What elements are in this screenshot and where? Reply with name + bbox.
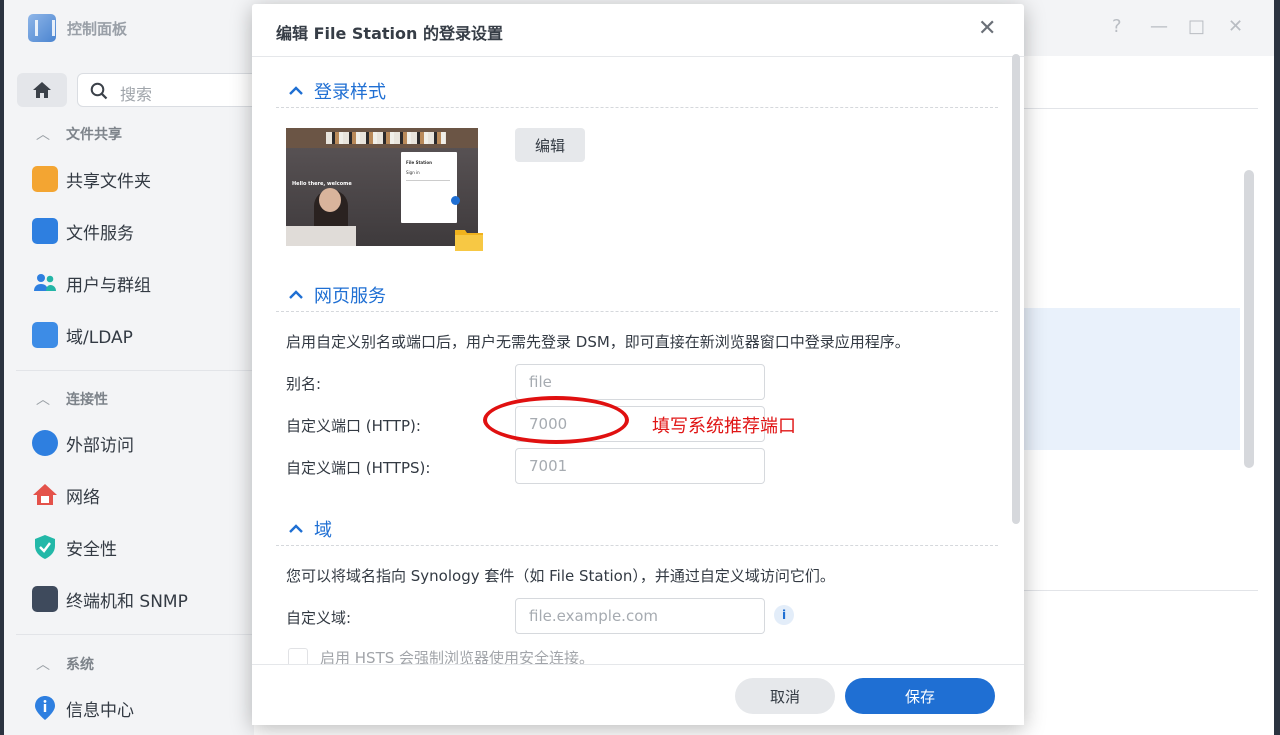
- shared-folder-icon: [32, 166, 58, 192]
- section-header-connectivity[interactable]: ︿ 连接性: [36, 389, 108, 409]
- sidebar-item-label: 终端机和 SNMP: [66, 591, 188, 612]
- chevron-up-icon: [289, 86, 303, 95]
- section-header-system[interactable]: ︿ 系统: [36, 654, 94, 674]
- preview-desk: [286, 226, 356, 246]
- domain-description: 您可以将域名指向 Synology 套件（如 File Station），并通过…: [286, 567, 835, 585]
- close-icon[interactable]: ✕: [978, 16, 996, 41]
- network-icon: [32, 482, 58, 508]
- alias-input[interactable]: [515, 364, 765, 400]
- file-services-icon: [32, 218, 58, 244]
- sidebar-item-label: 安全性: [66, 539, 117, 560]
- app-title: 控制面板: [67, 20, 128, 38]
- divider: [16, 370, 254, 371]
- search-icon: [90, 82, 108, 100]
- users-icon: [32, 270, 58, 296]
- close-icon[interactable]: ✕: [1228, 16, 1243, 37]
- preview-card-button: [451, 196, 460, 205]
- home-icon: [33, 82, 51, 98]
- sidebar-item-label: 外部访问: [66, 435, 134, 456]
- sidebar-item-label: 域/LDAP: [66, 327, 133, 348]
- selected-row[interactable]: [1024, 308, 1240, 450]
- divider: [276, 545, 998, 546]
- section-header-file-sharing[interactable]: ︿ 文件共享: [36, 124, 122, 144]
- preview-face: [319, 188, 341, 212]
- chevron-up-icon: ︿: [36, 127, 50, 143]
- web-service-description: 启用自定义别名或端口后，用户无需先登录 DSM，即可直接在新浏览器窗口中登录应用…: [286, 333, 910, 351]
- preview-greeting: Hello there, welcome: [292, 181, 352, 187]
- login-settings-dialog: 编辑 File Station 的登录设置 ✕ 登录样式 Hello there…: [252, 4, 1024, 725]
- help-icon[interactable]: ?: [1112, 16, 1122, 37]
- custom-domain-input[interactable]: [515, 598, 765, 634]
- search-placeholder: 搜索: [120, 85, 153, 104]
- preview-login-card: File Station Sign in: [401, 152, 460, 223]
- info-icon[interactable]: i: [774, 605, 794, 625]
- annotation-text: 填写系统推荐端口: [652, 416, 796, 437]
- https-port-input[interactable]: [515, 448, 765, 484]
- sidebar-item-users[interactable]: 用户与群组: [32, 268, 151, 298]
- login-style-preview: Hello there, welcome File Station Sign i…: [286, 128, 478, 246]
- control-panel-app-icon: [28, 14, 56, 42]
- chevron-up-icon: [289, 524, 303, 533]
- sidebar-item-external-access[interactable]: 外部访问: [32, 428, 134, 458]
- maximize-icon[interactable]: □: [1188, 16, 1205, 37]
- divider: [16, 634, 254, 635]
- sidebar-item-info-center[interactable]: 信息中心: [32, 693, 134, 723]
- dialog-title: 编辑 File Station 的登录设置: [276, 24, 503, 43]
- search-input[interactable]: 搜索: [77, 73, 267, 107]
- scrollbar[interactable]: [1012, 54, 1020, 524]
- terminal-icon: [32, 586, 58, 612]
- preview-card-input: [406, 180, 450, 181]
- chevron-up-icon: [289, 290, 303, 299]
- sidebar-item-network[interactable]: 网络: [32, 480, 100, 510]
- preview-card-signin: Sign in: [406, 170, 420, 175]
- section-header-login-style[interactable]: 登录样式: [288, 78, 386, 104]
- domain-ldap-icon: [32, 322, 58, 348]
- scrollbar[interactable]: [1244, 170, 1254, 468]
- sidebar-item-label: 信息中心: [66, 700, 134, 721]
- shield-icon: [32, 534, 58, 560]
- sidebar-item-label: 文件服务: [66, 223, 134, 244]
- sidebar-item-label: 网络: [66, 487, 100, 508]
- alias-label: 别名:: [286, 375, 322, 393]
- external-access-icon: [32, 430, 58, 456]
- https-port-label: 自定义端口 (HTTPS):: [286, 459, 431, 477]
- minimize-icon[interactable]: —: [1150, 16, 1168, 37]
- http-port-label: 自定义端口 (HTTP):: [286, 417, 421, 435]
- edit-login-style-button[interactable]: 编辑: [515, 128, 585, 162]
- sidebar-item-security[interactable]: 安全性: [32, 532, 117, 562]
- preview-card-title: File Station: [406, 160, 432, 165]
- sidebar: 搜索 ︿文件共享 共享文件夹 文件服务 用户与群组 域/LDAP ︿连接性: [4, 56, 267, 735]
- annotation-ellipse: [483, 396, 629, 444]
- preview-books: [326, 132, 446, 144]
- file-station-folder-icon: [454, 226, 484, 252]
- info-center-icon: [32, 695, 58, 721]
- section-header-web-service[interactable]: 网页服务: [288, 282, 386, 308]
- custom-domain-label: 自定义域:: [286, 609, 352, 627]
- divider: [252, 56, 1024, 57]
- sidebar-item-label: 用户与群组: [66, 275, 151, 296]
- divider: [1024, 590, 1258, 591]
- sidebar-item-file-services[interactable]: 文件服务: [32, 216, 134, 246]
- sidebar-item-domain-ldap[interactable]: 域/LDAP: [32, 320, 133, 350]
- chevron-up-icon: ︿: [36, 657, 50, 673]
- sidebar-item-shared-folder[interactable]: 共享文件夹: [32, 164, 151, 194]
- dialog-footer: 取消 保存: [252, 664, 1024, 725]
- divider: [276, 311, 998, 312]
- divider: [1024, 108, 1258, 109]
- home-button[interactable]: [17, 73, 67, 107]
- save-button[interactable]: 保存: [845, 678, 995, 714]
- section-header-domain[interactable]: 域: [288, 516, 332, 542]
- cancel-button[interactable]: 取消: [735, 678, 835, 714]
- sidebar-item-terminal-snmp[interactable]: 终端机和 SNMP: [32, 584, 188, 614]
- chevron-up-icon: ︿: [36, 392, 50, 408]
- sidebar-item-label: 共享文件夹: [66, 171, 151, 192]
- divider: [276, 107, 998, 108]
